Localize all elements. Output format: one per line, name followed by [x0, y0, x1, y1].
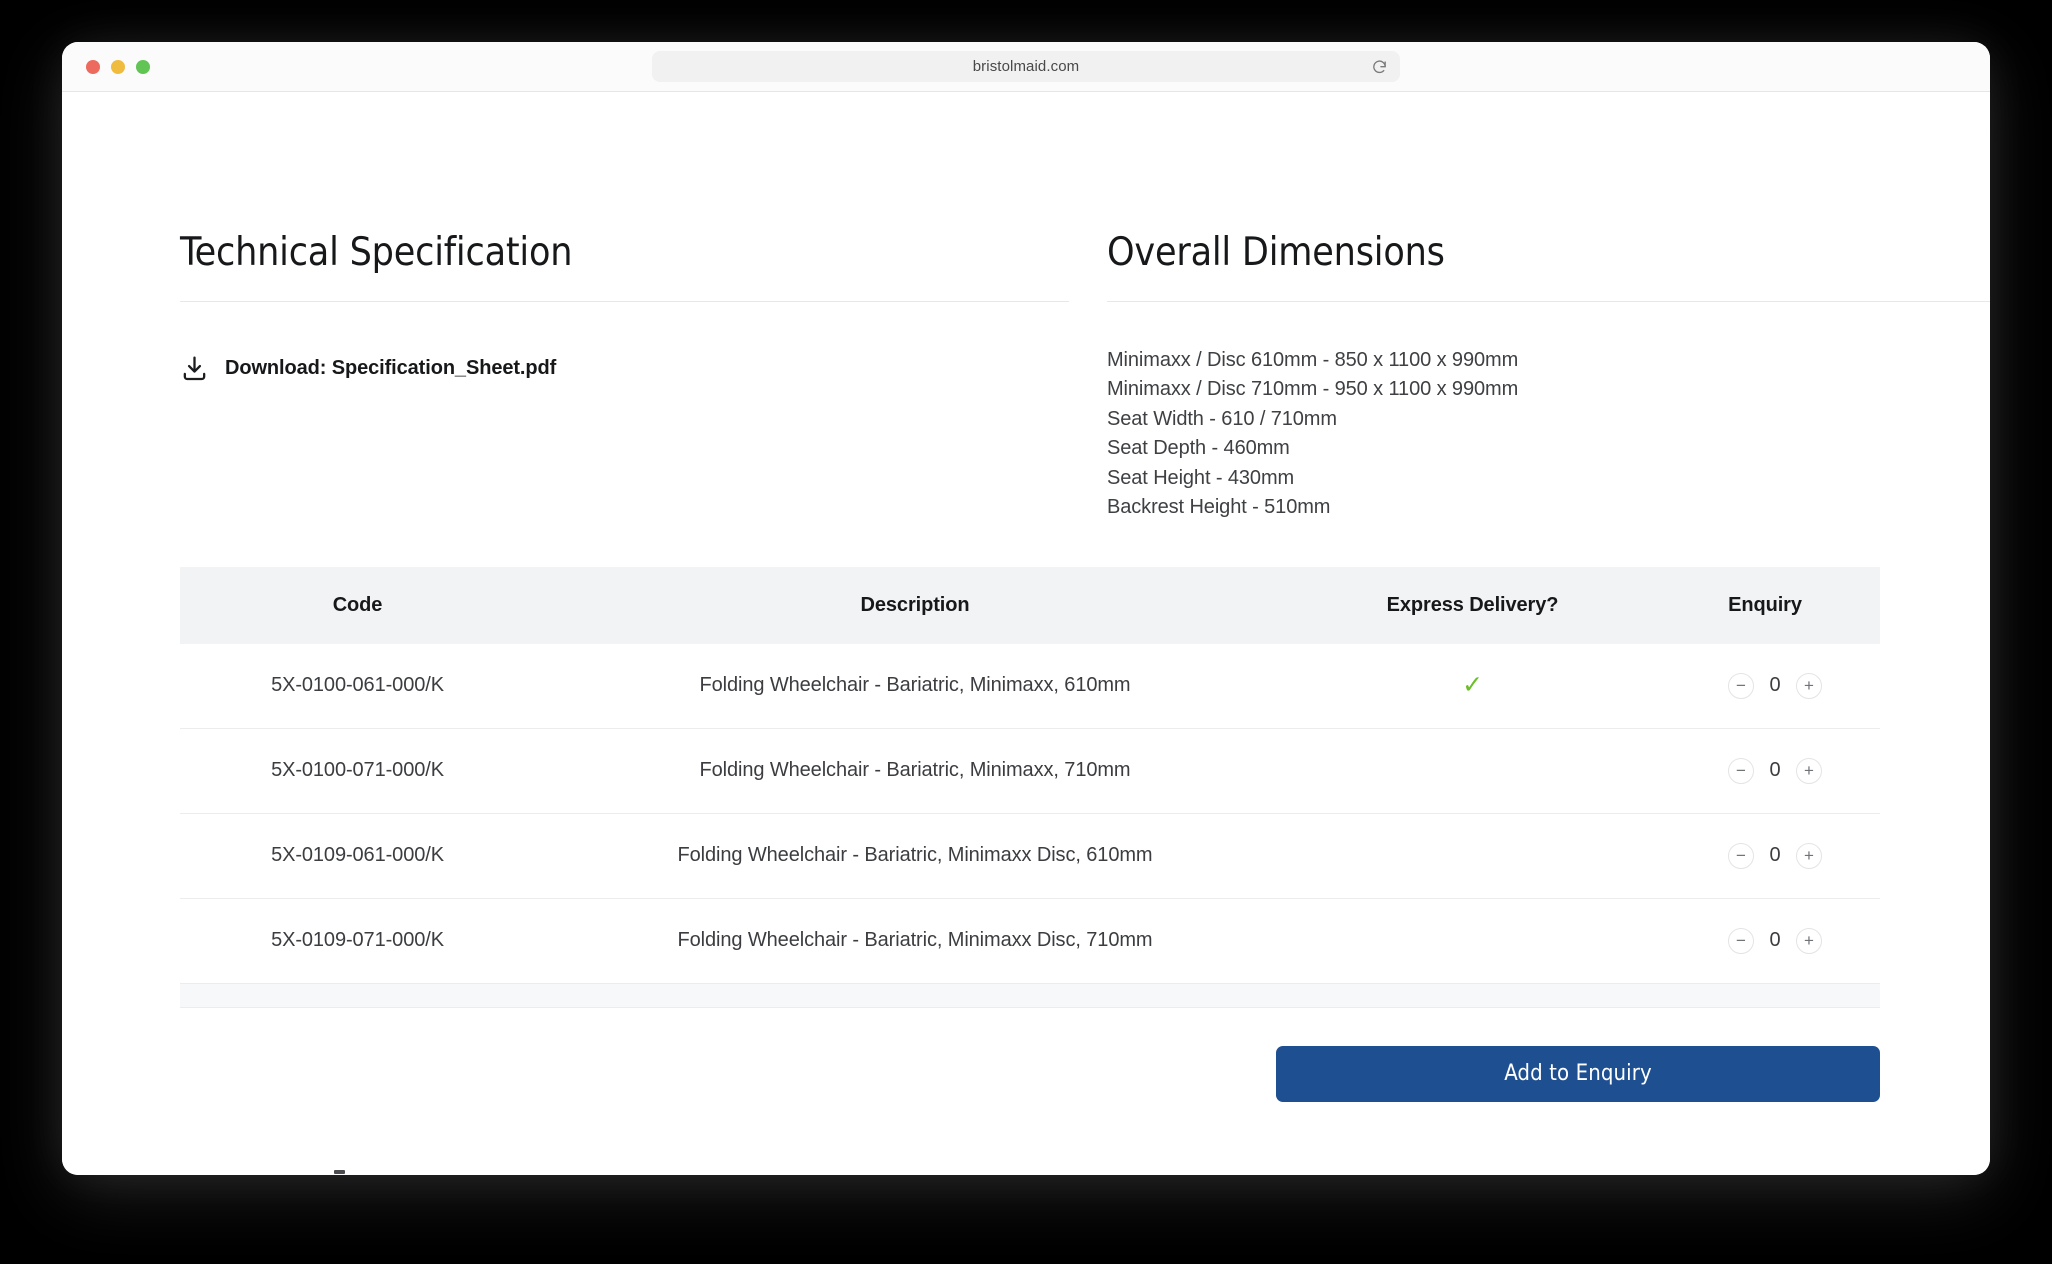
close-window-button[interactable] — [86, 59, 100, 74]
cell-enquiry: − 0 + — [1650, 813, 1880, 899]
increment-quantity-button[interactable]: + — [1796, 842, 1822, 869]
browser-window: bristolmaid.com Technical Specification — [62, 42, 1990, 1175]
table-footer-strip — [180, 983, 1880, 1008]
download-icon — [180, 354, 209, 383]
maximize-window-button[interactable] — [136, 59, 150, 74]
table-row: 5X-0100-061-000/K Folding Wheelchair - B… — [180, 643, 1880, 729]
quantity-value: 0 — [1769, 674, 1781, 697]
dimension-item: Seat Width - 610 / 710mm — [1107, 407, 1337, 430]
cell-enquiry: − 0 + — [1650, 643, 1880, 729]
dimension-item: Seat Depth - 460mm — [1107, 437, 1290, 460]
products-table: Code Description Express Delivery? Enqui… — [180, 566, 1880, 984]
cell-description: Folding Wheelchair - Bariatric, Minimaxx… — [535, 898, 1295, 984]
page-body: Technical Specification Download: Specif… — [62, 92, 1990, 1175]
table-header-row: Code Description Express Delivery? Enqui… — [180, 566, 1880, 644]
table-row: 5X-0100-071-000/K Folding Wheelchair - B… — [180, 728, 1880, 814]
quantity-value: 0 — [1769, 844, 1781, 867]
quantity-stepper: − 0 + — [1650, 842, 1880, 869]
table-row: 5X-0109-071-000/K Folding Wheelchair - B… — [180, 898, 1880, 984]
technical-specification-section: Technical Specification Download: Specif… — [180, 230, 1069, 523]
table-header: Code Description Express Delivery? Enqui… — [180, 566, 1880, 644]
dimension-item: Minimaxx / Disc 610mm - 850 x 1100 x 990… — [1107, 348, 1519, 371]
section-divider — [1107, 300, 1990, 302]
cell-code: 5X-0100-061-000/K — [180, 643, 535, 729]
table-body: 5X-0100-061-000/K Folding Wheelchair - B… — [180, 643, 1880, 984]
url-text: bristolmaid.com — [972, 58, 1080, 75]
increment-quantity-button[interactable]: + — [1796, 757, 1822, 784]
cell-code: 5X-0100-071-000/K — [180, 728, 535, 814]
cell-enquiry: − 0 + — [1650, 728, 1880, 814]
browser-titlebar: bristolmaid.com — [62, 42, 1990, 92]
column-header-description: Description — [535, 566, 1295, 644]
cell-express-delivery — [1295, 813, 1650, 899]
download-link-label: Download: Specification_Sheet.pdf — [225, 356, 557, 379]
dimension-item: Minimaxx / Disc 710mm - 950 x 1100 x 990… — [1107, 378, 1519, 401]
quantity-value: 0 — [1769, 929, 1781, 952]
technical-specification-title: Technical Specification — [180, 230, 573, 275]
dimensions-list: Minimaxx / Disc 610mm - 850 x 1100 x 990… — [1107, 346, 1990, 523]
cell-description: Folding Wheelchair - Bariatric, Minimaxx… — [535, 643, 1295, 729]
minimize-window-button[interactable] — [111, 59, 125, 74]
express-delivery-check-icon: ✓ — [1462, 670, 1483, 699]
increment-quantity-button[interactable]: + — [1796, 672, 1822, 699]
decrement-quantity-button[interactable]: − — [1728, 842, 1754, 869]
cell-express-delivery — [1295, 728, 1650, 814]
decrement-quantity-button[interactable]: − — [1728, 672, 1754, 699]
table-row: 5X-0109-061-000/K Folding Wheelchair - B… — [180, 813, 1880, 899]
section-divider — [180, 300, 1069, 302]
column-header-enquiry: Enquiry — [1650, 566, 1880, 644]
dimension-item: Seat Height - 430mm — [1107, 466, 1295, 489]
two-column-header: Technical Specification Download: Specif… — [180, 230, 1990, 523]
decrement-quantity-button[interactable]: − — [1728, 927, 1754, 954]
screen: bristolmaid.com Technical Specification — [0, 0, 2052, 1264]
cell-express-delivery — [1295, 898, 1650, 984]
increment-quantity-button[interactable]: + — [1796, 927, 1822, 954]
add-to-enquiry-button[interactable]: Add to Enquiry — [1276, 1045, 1880, 1102]
cell-description: Folding Wheelchair - Bariatric, Minimaxx… — [535, 813, 1295, 899]
quantity-stepper: − 0 + — [1650, 757, 1880, 784]
quantity-stepper: − 0 + — [1650, 927, 1880, 954]
overall-dimensions-title: Overall Dimensions — [1107, 230, 1445, 275]
content-wrapper: Technical Specification Download: Specif… — [180, 230, 1990, 1102]
dimension-item: Backrest Height - 510mm — [1107, 496, 1331, 519]
reload-icon[interactable] — [1371, 58, 1388, 75]
column-header-code: Code — [180, 566, 535, 644]
cell-express-delivery: ✓ — [1295, 643, 1650, 729]
traffic-lights — [86, 59, 150, 74]
quantity-stepper: − 0 + — [1650, 672, 1880, 699]
address-bar[interactable]: bristolmaid.com — [652, 51, 1400, 82]
truncated-content-mark — [334, 1170, 345, 1174]
decrement-quantity-button[interactable]: − — [1728, 757, 1754, 784]
cell-description: Folding Wheelchair - Bariatric, Minimaxx… — [535, 728, 1295, 814]
download-specification-link[interactable]: Download: Specification_Sheet.pdf — [180, 354, 1069, 383]
cell-code: 5X-0109-061-000/K — [180, 813, 535, 899]
quantity-value: 0 — [1769, 759, 1781, 782]
column-header-express-delivery: Express Delivery? — [1295, 566, 1650, 644]
action-row: Add to Enquiry — [180, 1045, 1880, 1102]
overall-dimensions-section: Overall Dimensions Minimaxx / Disc 610mm… — [1107, 230, 1990, 523]
cell-enquiry: − 0 + — [1650, 898, 1880, 984]
cell-code: 5X-0109-071-000/K — [180, 898, 535, 984]
